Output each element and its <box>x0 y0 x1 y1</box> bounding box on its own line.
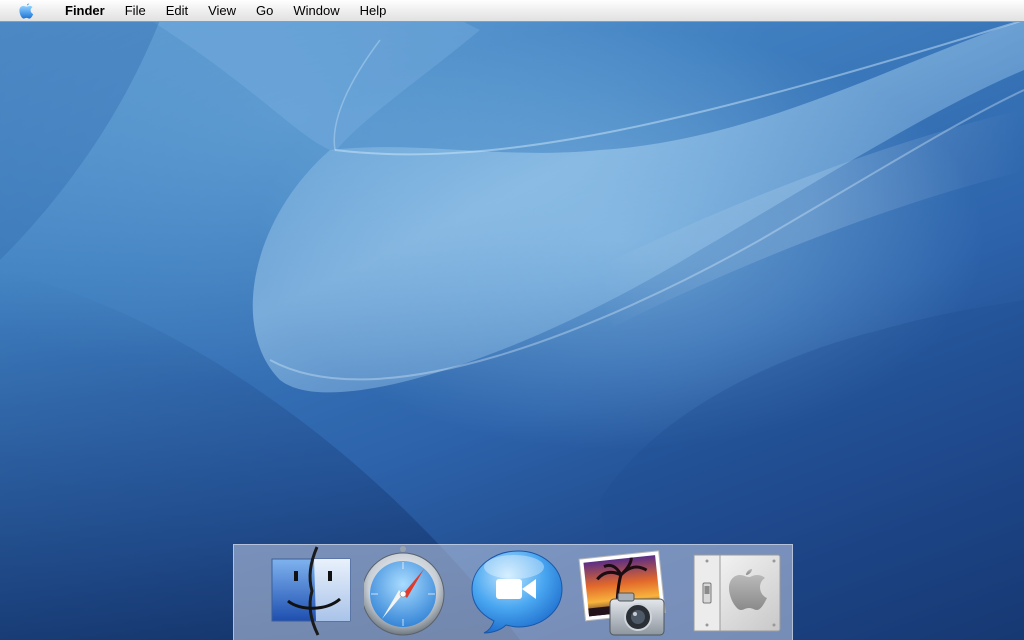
dock-item-finder[interactable] <box>264 545 364 640</box>
finder-icon <box>271 546 351 636</box>
apple-menu-button[interactable] <box>13 0 39 22</box>
iphoto-icon <box>578 550 666 636</box>
menu-edit[interactable]: Edit <box>156 0 198 22</box>
dock-item-safari[interactable] <box>364 545 464 640</box>
menu-view[interactable]: View <box>198 0 246 22</box>
menu-window[interactable]: Window <box>283 0 349 22</box>
menu-app-name[interactable]: Finder <box>63 0 115 22</box>
desktop: Finder File Edit View Go Window Help <box>0 0 1024 640</box>
apple-icon <box>18 2 33 19</box>
dock <box>233 544 793 640</box>
menu-bar: Finder File Edit View Go Window Help <box>0 0 1024 22</box>
safari-icon <box>364 546 445 636</box>
menu-help[interactable]: Help <box>350 0 397 22</box>
ichat-icon <box>471 550 563 634</box>
menu-go[interactable]: Go <box>246 0 283 22</box>
dock-item-ichat[interactable] <box>466 545 566 640</box>
dock-item-iphoto[interactable] <box>574 545 674 640</box>
dock-item-system-preferences[interactable] <box>692 545 792 640</box>
system-preferences-icon <box>693 554 781 632</box>
menu-file[interactable]: File <box>115 0 156 22</box>
